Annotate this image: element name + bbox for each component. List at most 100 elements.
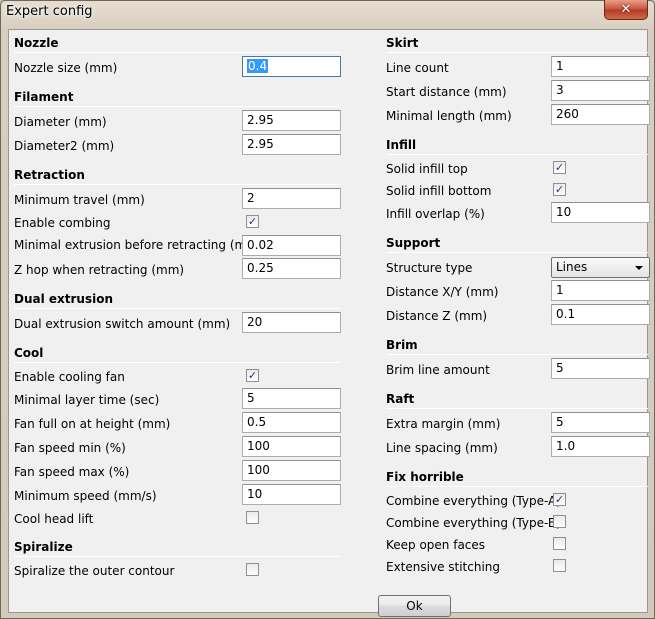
nozzle-size-label: Nozzle size (mm)	[14, 61, 118, 75]
checkmark-icon: ✓	[554, 183, 565, 196]
diameter-input[interactable]: 2.95	[242, 110, 341, 131]
diameter2-label: Diameter2 (mm)	[14, 139, 115, 153]
keep-open-faces-label: Keep open faces	[386, 538, 486, 552]
dual-switch-input[interactable]: 20	[242, 312, 341, 333]
section-divider	[14, 184, 340, 185]
expert-config-window: Expert config ✕ Nozzle Nozzle size (mm) …	[0, 0, 655, 619]
fan-full-height-input[interactable]: 0.5	[242, 412, 341, 433]
brim-line-amount-label: Brim line amount	[386, 363, 490, 377]
cool-head-lift-checkbox[interactable]	[246, 511, 259, 524]
distance-xy-label: Distance X/Y (mm)	[386, 285, 499, 299]
structure-type-select[interactable]: Lines	[551, 257, 650, 278]
checkmark-icon: ✓	[554, 493, 565, 506]
section-divider	[14, 106, 340, 107]
infill-overlap-label: Infill overlap (%)	[386, 207, 485, 221]
window-title: Expert config	[6, 4, 93, 19]
cooling-fan-label: Enable cooling fan	[14, 370, 125, 384]
dialog-body: Nozzle Nozzle size (mm) 0.4 Filament Dia…	[8, 29, 650, 617]
solid-infill-top-label: Solid infill top	[386, 162, 468, 176]
section-title-spiralize: Spiralize	[14, 540, 73, 554]
cooling-fan-checkbox[interactable]: ✓	[246, 369, 259, 382]
solid-infill-top-checkbox[interactable]: ✓	[553, 161, 566, 174]
section-title-skirt: Skirt	[386, 36, 419, 50]
skirt-line-count-label: Line count	[386, 61, 449, 75]
cool-head-lift-label: Cool head lift	[14, 512, 94, 526]
distance-z-input[interactable]: 0.1	[551, 304, 650, 325]
solid-infill-bottom-checkbox[interactable]: ✓	[553, 183, 566, 196]
title-bar[interactable]: Expert config ✕	[1, 0, 654, 27]
brim-line-amount-input[interactable]: 5	[551, 358, 650, 379]
section-title-filament: Filament	[14, 90, 74, 104]
section-title-nozzle: Nozzle	[14, 36, 59, 50]
combine-type-a-label: Combine everything (Type-A)	[386, 494, 561, 508]
min-travel-label: Minimum travel (mm)	[14, 193, 145, 207]
raft-extra-margin-label: Extra margin (mm)	[386, 417, 501, 431]
min-layer-time-label: Minimal layer time (sec)	[14, 393, 160, 407]
section-title-support: Support	[386, 236, 441, 250]
skirt-line-count-input[interactable]: 1	[551, 56, 650, 77]
checkmark-icon: ✓	[247, 369, 258, 382]
skirt-start-distance-label: Start distance (mm)	[386, 85, 507, 99]
fan-speed-max-label: Fan speed max (%)	[14, 465, 130, 479]
section-title-dual-extrusion: Dual extrusion	[14, 292, 114, 306]
section-divider	[386, 252, 648, 253]
raft-line-spacing-input[interactable]: 1.0	[551, 436, 650, 457]
section-divider	[14, 556, 340, 557]
section-divider	[14, 362, 340, 363]
fan-speed-max-input[interactable]: 100	[242, 460, 341, 481]
section-title-infill: Infill	[386, 138, 417, 152]
section-divider	[14, 52, 340, 53]
enable-combing-label: Enable combing	[14, 216, 111, 230]
fan-full-height-label: Fan full on at height (mm)	[14, 417, 171, 431]
spiralize-outer-checkbox[interactable]	[246, 563, 259, 576]
nozzle-size-input[interactable]: 0.4	[242, 56, 341, 77]
section-divider	[386, 354, 648, 355]
checkmark-icon: ✓	[247, 215, 258, 228]
skirt-min-length-input[interactable]: 260	[551, 104, 650, 125]
section-divider	[386, 52, 648, 53]
solid-infill-bottom-label: Solid infill bottom	[386, 184, 492, 198]
section-title-retraction: Retraction	[14, 168, 85, 182]
min-extrusion-label: Minimal extrusion before retracting (mm)	[14, 238, 263, 252]
skirt-start-distance-input[interactable]: 3	[551, 80, 650, 101]
min-speed-label: Minimum speed (mm/s)	[14, 489, 157, 503]
min-layer-time-input[interactable]: 5	[242, 388, 341, 409]
structure-type-label: Structure type	[386, 261, 473, 275]
section-divider	[386, 154, 648, 155]
enable-combing-checkbox[interactable]: ✓	[246, 215, 259, 228]
distance-z-label: Distance Z (mm)	[386, 309, 488, 323]
diameter2-input[interactable]: 2.95	[242, 134, 341, 155]
chevron-down-icon	[635, 266, 643, 270]
extensive-stitching-checkbox[interactable]	[553, 559, 566, 572]
fan-speed-min-input[interactable]: 100	[242, 436, 341, 457]
keep-open-faces-checkbox[interactable]	[553, 537, 566, 550]
skirt-min-length-label: Minimal length (mm)	[386, 109, 512, 123]
raft-line-spacing-label: Line spacing (mm)	[386, 441, 498, 455]
dual-switch-label: Dual extrusion switch amount (mm)	[14, 317, 231, 331]
min-travel-input[interactable]: 2	[242, 188, 341, 209]
min-extrusion-input[interactable]: 0.02	[242, 235, 341, 256]
fan-speed-min-label: Fan speed min (%)	[14, 441, 126, 455]
checkmark-icon: ✓	[554, 161, 565, 174]
section-title-fix-horrible: Fix horrible	[386, 470, 464, 484]
close-button[interactable]: ✕	[604, 0, 648, 20]
section-title-raft: Raft	[386, 392, 415, 406]
spiralize-outer-label: Spiralize the outer contour	[14, 564, 175, 578]
raft-extra-margin-input[interactable]: 5	[551, 412, 650, 433]
combine-type-b-checkbox[interactable]	[553, 515, 566, 528]
section-divider	[386, 408, 648, 409]
combine-type-b-label: Combine everything (Type-B)	[386, 516, 561, 530]
extensive-stitching-label: Extensive stitching	[386, 560, 501, 574]
section-title-brim: Brim	[386, 338, 418, 352]
section-divider	[386, 486, 648, 487]
close-icon: ✕	[620, 2, 632, 17]
min-speed-input[interactable]: 10	[242, 484, 341, 505]
distance-xy-input[interactable]: 1	[551, 280, 650, 301]
z-hop-input[interactable]: 0.25	[242, 258, 341, 279]
section-title-cool: Cool	[14, 346, 44, 360]
section-divider	[14, 308, 340, 309]
ok-button[interactable]: Ok	[378, 595, 451, 617]
infill-overlap-input[interactable]: 10	[551, 202, 650, 223]
combine-type-a-checkbox[interactable]: ✓	[553, 493, 566, 506]
structure-type-value: Lines	[556, 260, 588, 274]
